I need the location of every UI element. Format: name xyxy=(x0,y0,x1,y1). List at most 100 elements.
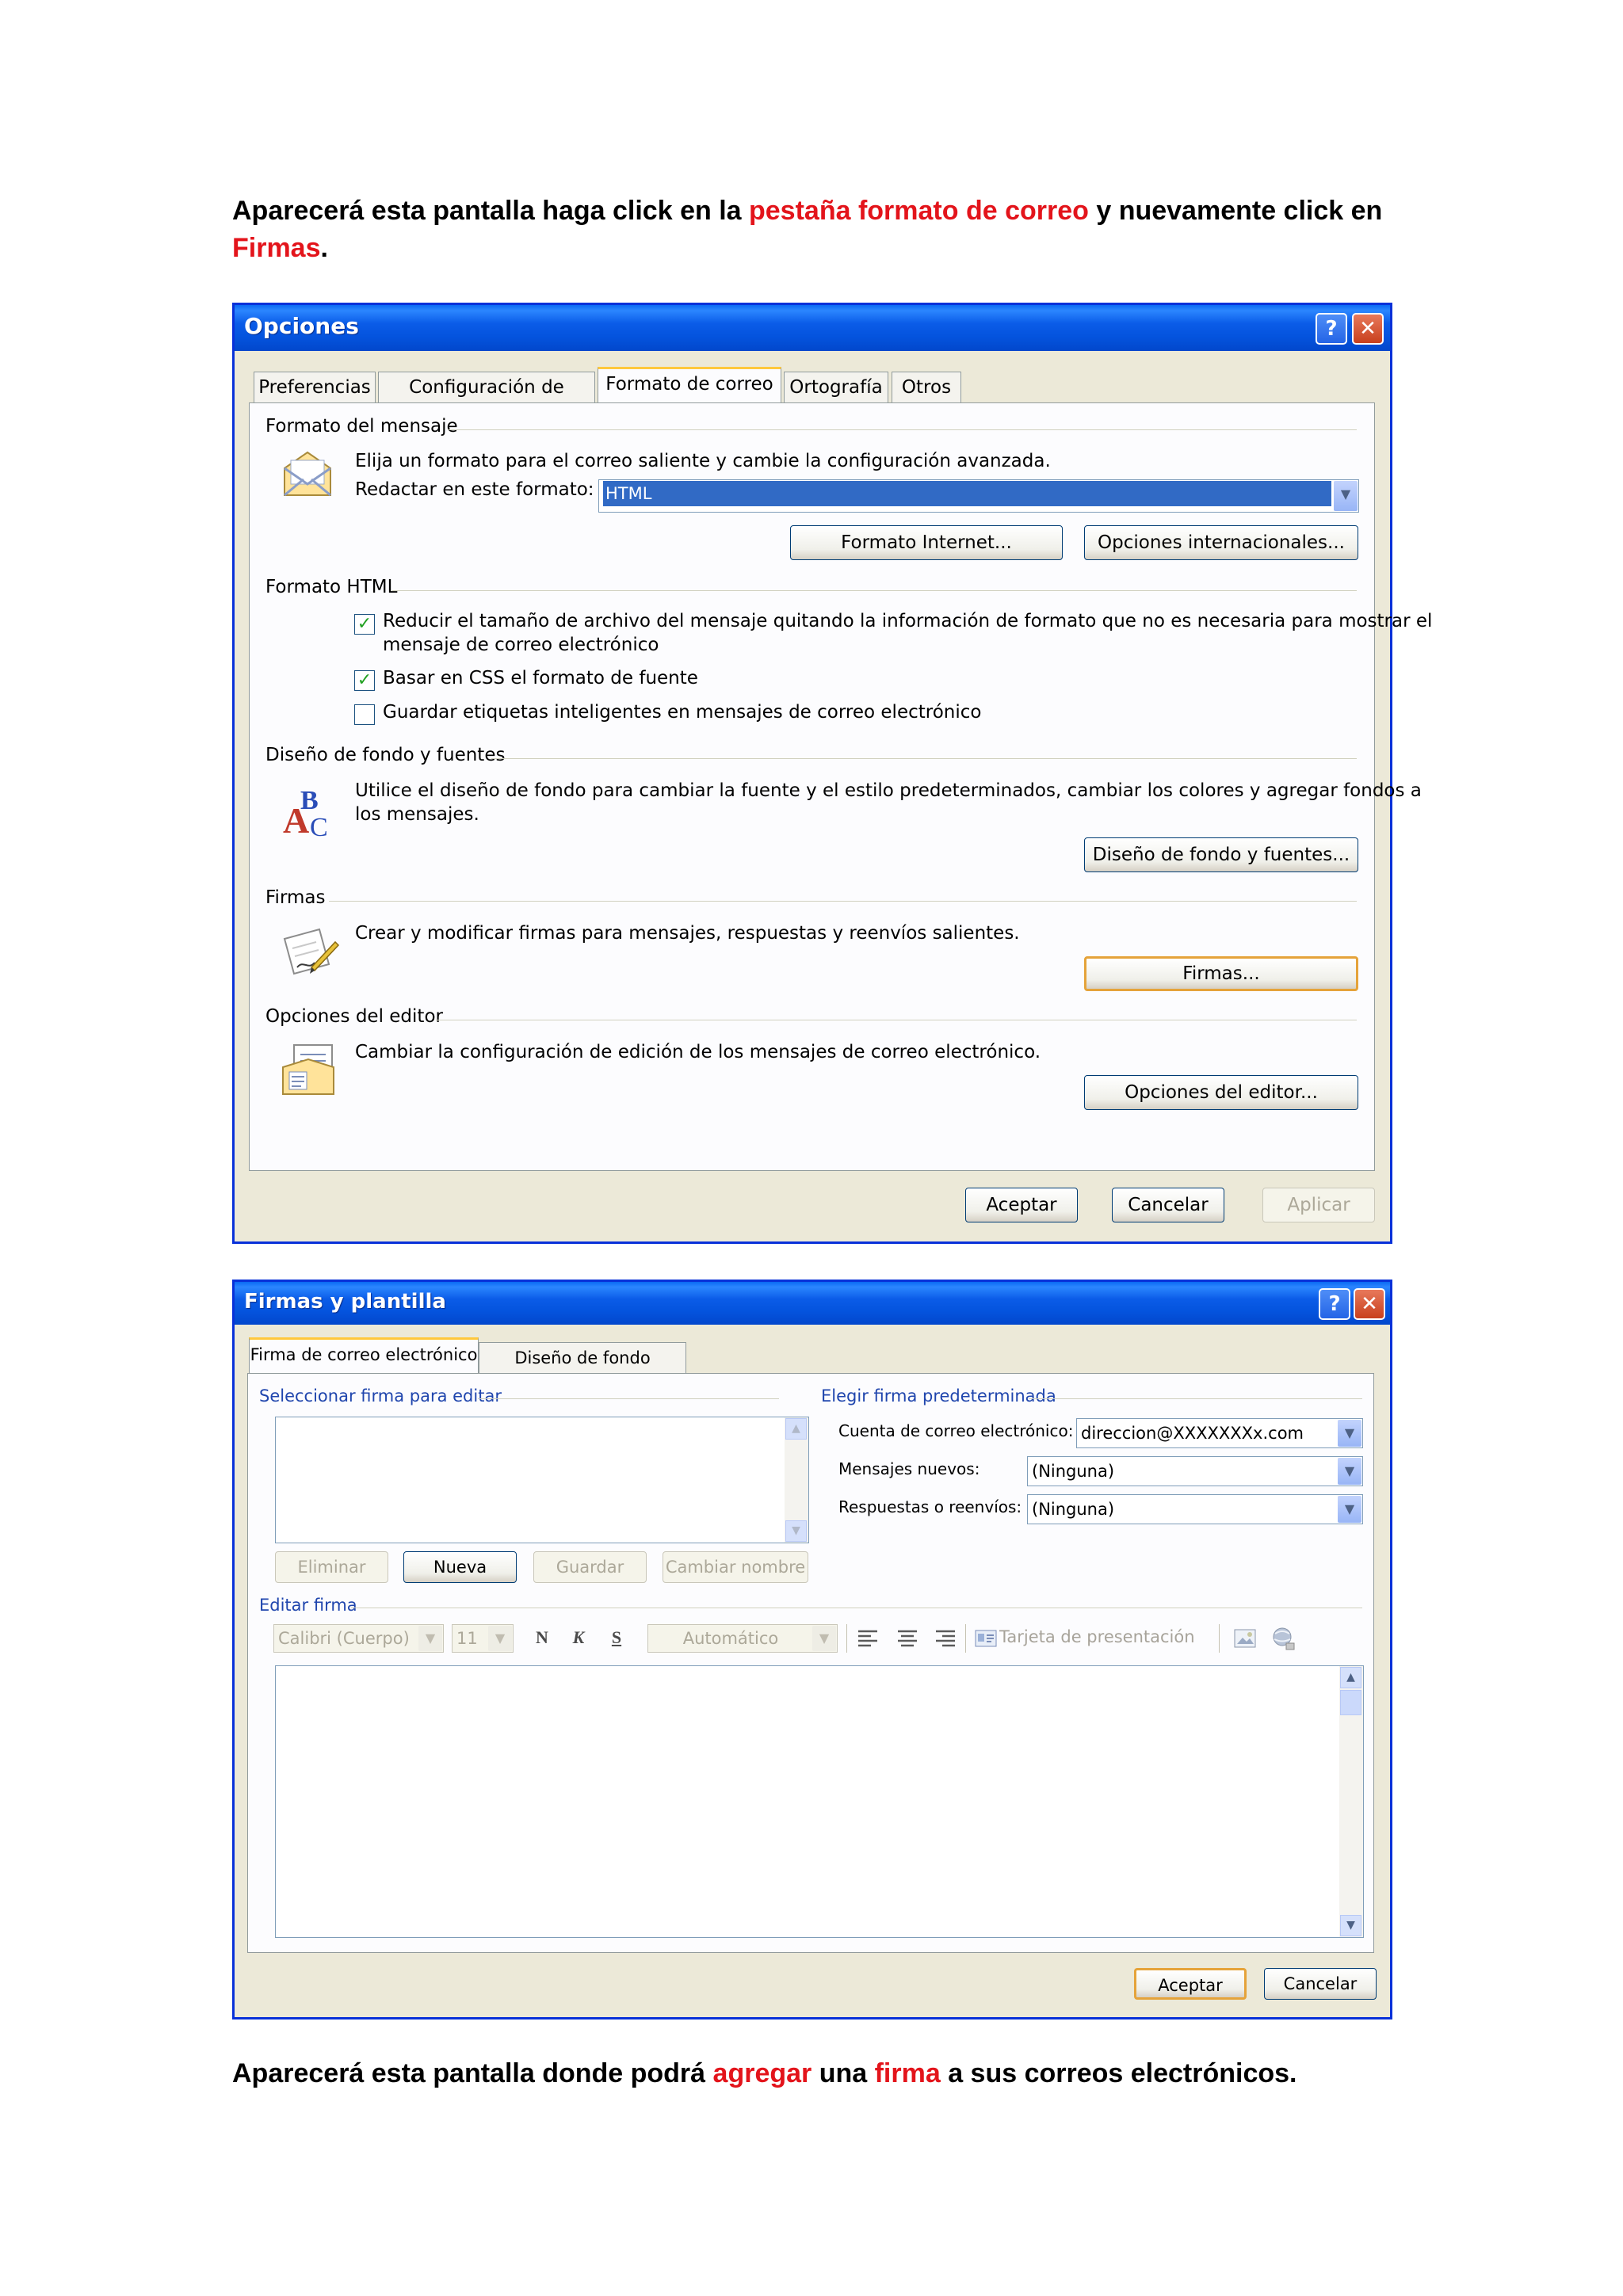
insert-picture-icon[interactable] xyxy=(1233,1627,1257,1650)
guardar-etiquetas-label: Guardar etiquetas inteligentes en mensaj… xyxy=(383,702,982,723)
align-left-icon[interactable] xyxy=(857,1629,879,1648)
firmas-heading: Firmas xyxy=(265,887,326,908)
intro-paragraph: Aparecerá esta pantalla haga click en la… xyxy=(232,193,1405,267)
aplicar-button[interactable]: Aplicar xyxy=(1262,1188,1375,1222)
editor-description: Cambiar la configuración de edición de l… xyxy=(355,1042,1041,1062)
tab-ortografia[interactable]: Ortografía xyxy=(784,372,888,403)
opciones-titlebar: Opciones ? ✕ xyxy=(235,305,1390,351)
chevron-down-icon: ▼ xyxy=(1338,1420,1361,1447)
group-divider xyxy=(491,758,1357,759)
tab-formato-correo[interactable]: Formato de correo xyxy=(598,367,781,403)
close-button[interactable]: ✕ xyxy=(1352,313,1384,345)
firmas-list-scrollbar[interactable]: ▲ ▼ xyxy=(785,1417,808,1543)
scroll-down-icon[interactable]: ▼ xyxy=(1340,1915,1361,1936)
firmas-plantilla-dialog: Firmas y plantilla ? ✕ Firma de correo e… xyxy=(232,1280,1392,2019)
mensajes-nuevos-value: (Ninguna) xyxy=(1032,1462,1115,1481)
aceptar-button[interactable]: Aceptar xyxy=(965,1188,1078,1222)
scroll-thumb[interactable] xyxy=(1340,1690,1361,1715)
respuestas-label: Respuestas o reenvíos: xyxy=(838,1497,1022,1516)
font-size-select[interactable]: 11 ▼ xyxy=(452,1624,514,1653)
editor-heading: Opciones del editor xyxy=(265,1006,443,1027)
guardar-etiquetas-checkbox[interactable] xyxy=(354,704,375,725)
chevron-down-icon: ▼ xyxy=(1334,481,1358,511)
intro-text-3: . xyxy=(320,233,328,263)
cancelar-button[interactable]: Cancelar xyxy=(1264,1968,1377,2000)
opciones-dialog: Opciones ? ✕ Preferencias Configuración … xyxy=(232,303,1432,1244)
redactar-label: Redactar en este formato: xyxy=(355,479,594,500)
diseno-fondo-button[interactable]: Diseño de fondo y fuentes... xyxy=(1084,837,1358,872)
nueva-button[interactable]: Nueva xyxy=(403,1551,517,1583)
formato-mensaje-description: Elija un formato para el correo saliente… xyxy=(355,451,1051,471)
tab-otros[interactable]: Otros xyxy=(892,372,961,403)
outro-highlight-agregar: agregar xyxy=(712,2058,812,2088)
close-button[interactable]: ✕ xyxy=(1354,1288,1385,1320)
aceptar-button[interactable]: Aceptar xyxy=(1134,1968,1247,2000)
help-button[interactable]: ? xyxy=(1316,313,1347,345)
editar-firma-heading: Editar firma xyxy=(259,1596,357,1615)
bold-button[interactable]: N xyxy=(532,1627,552,1648)
help-button[interactable]: ? xyxy=(1319,1288,1350,1320)
signature-editor-scrollbar[interactable]: ▲ ▼ xyxy=(1339,1666,1363,1937)
group-divider xyxy=(329,901,1357,902)
basar-css-label: Basar en CSS el formato de fuente xyxy=(383,668,698,688)
signature-editor[interactable]: ▲ ▼ xyxy=(275,1665,1364,1938)
intro-text-2: y nuevamente click en xyxy=(1088,196,1383,226)
font-color-value: Automático xyxy=(682,1629,779,1648)
toolbar-separator xyxy=(1219,1624,1220,1653)
reducir-tamano-checkbox[interactable]: ✓ xyxy=(354,614,375,635)
redactar-format-select[interactable]: HTML ▼ xyxy=(598,479,1359,513)
firma-correo-panel: Seleccionar firma para editar Elegir fir… xyxy=(247,1373,1374,1953)
guardar-button[interactable]: Guardar xyxy=(533,1551,647,1583)
opciones-editor-button[interactable]: Opciones del editor... xyxy=(1084,1075,1358,1110)
font-size-value: 11 xyxy=(456,1629,478,1648)
formato-mensaje-heading: Formato del mensaje xyxy=(265,416,458,437)
align-center-icon[interactable] xyxy=(896,1629,918,1648)
opciones-title: Opciones xyxy=(244,313,359,339)
tab-firma-correo[interactable]: Firma de correo electrónico xyxy=(249,1337,479,1374)
chevron-down-icon: ▼ xyxy=(1338,1496,1361,1523)
outro-text-2: una xyxy=(812,2058,875,2088)
formato-correo-panel: Formato del mensaje Elija un formato par… xyxy=(249,402,1432,1171)
chevron-down-icon: ▼ xyxy=(812,1626,836,1651)
cuenta-value: direccion@XXXXXXXx.com xyxy=(1081,1424,1304,1443)
cuenta-select[interactable]: direccion@XXXXXXXx.com ▼ xyxy=(1076,1418,1363,1448)
group-divider xyxy=(478,1398,779,1399)
tarjeta-presentacion-button[interactable]: Tarjeta de presentación xyxy=(999,1627,1195,1646)
outro-paragraph: Aparecerá esta pantalla donde podrá agre… xyxy=(232,2055,1405,2092)
mensajes-nuevos-select[interactable]: (Ninguna) ▼ xyxy=(1027,1456,1363,1486)
respuestas-value: (Ninguna) xyxy=(1032,1500,1115,1519)
font-select[interactable]: Calibri (Cuerpo) ▼ xyxy=(273,1624,444,1653)
firmas-titlebar: Firmas y plantilla ? ✕ xyxy=(235,1282,1390,1325)
firmas-list[interactable]: ▲ ▼ xyxy=(275,1417,809,1543)
cancelar-button[interactable]: Cancelar xyxy=(1112,1188,1224,1222)
cambiar-nombre-button[interactable]: Cambiar nombre xyxy=(663,1551,808,1583)
chevron-down-icon: ▼ xyxy=(418,1626,442,1651)
respuestas-select[interactable]: (Ninguna) ▼ xyxy=(1027,1494,1363,1524)
insert-hyperlink-icon[interactable] xyxy=(1270,1626,1297,1651)
outro-text-1: Aparecerá esta pantalla donde podrá xyxy=(232,2058,713,2088)
firmas-button[interactable]: Firmas... xyxy=(1084,956,1358,991)
font-color-select[interactable]: Automático ▼ xyxy=(647,1624,838,1653)
scroll-down-icon[interactable]: ▼ xyxy=(785,1520,807,1542)
formato-internet-button[interactable]: Formato Internet... xyxy=(790,525,1063,560)
underline-button[interactable]: S xyxy=(606,1627,627,1648)
tab-configuracion-correo[interactable]: Configuración de correo xyxy=(378,372,595,428)
opciones-internacionales-button[interactable]: Opciones internacionales... xyxy=(1084,525,1358,560)
eliminar-button[interactable]: Eliminar xyxy=(275,1551,388,1583)
cuenta-label: Cuenta de correo electrónico: xyxy=(838,1421,1074,1440)
diseno-description-2: los mensajes. xyxy=(355,804,479,825)
svg-text:B: B xyxy=(300,786,319,815)
diseno-heading: Diseño de fondo y fuentes xyxy=(265,745,506,765)
italic-button[interactable]: K xyxy=(568,1627,589,1648)
outro-text-3: a sus correos electrónicos. xyxy=(940,2058,1297,2088)
editor-options-icon xyxy=(282,1044,334,1095)
align-right-icon[interactable] xyxy=(934,1629,957,1648)
basar-css-checkbox[interactable]: ✓ xyxy=(354,670,375,691)
scroll-up-icon[interactable]: ▲ xyxy=(1340,1667,1361,1688)
chevron-down-icon: ▼ xyxy=(488,1626,512,1651)
scroll-up-icon[interactable]: ▲ xyxy=(785,1418,807,1440)
tab-diseno-personal[interactable]: Diseño de fondo personal xyxy=(479,1342,686,1398)
toolbar-separator xyxy=(846,1624,847,1653)
group-divider xyxy=(448,429,1357,430)
tab-preferencias[interactable]: Preferencias xyxy=(254,372,376,403)
